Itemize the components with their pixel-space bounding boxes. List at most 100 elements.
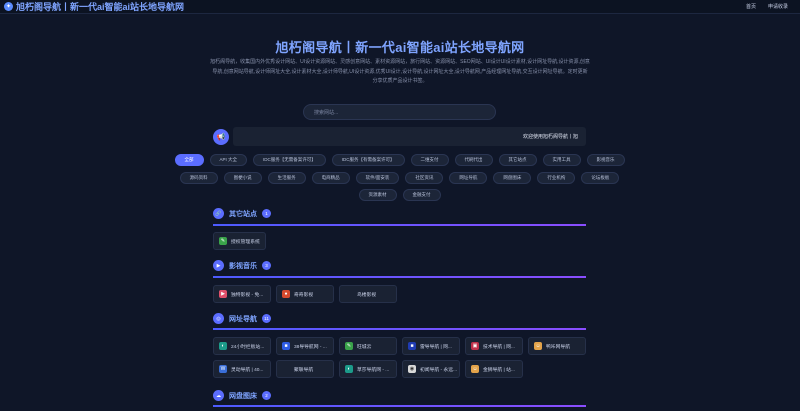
category-row-2: 源码资料 图梗小说 生活服务 电商精品 软件/面安装 社区资讯 网址导航 网盘图…: [179, 172, 620, 184]
top-nav-bar: ✦ 旭朽阁导航丨新一代ai智能ai站长地导航网 首页 申请收录: [0, 0, 800, 14]
site-card-label: 雷导导航 | 网...: [420, 344, 452, 350]
cloud-icon: ☁: [213, 390, 224, 401]
category-tab[interactable]: 源码资料: [179, 172, 218, 184]
nav-site-icon: ◐: [345, 365, 353, 373]
notice-bar: 欢迎使用旭朽阁导航丨旭: [233, 127, 586, 146]
category-tab[interactable]: 网址导航: [449, 172, 488, 184]
section-header-video: ▶ 影视音乐 3: [213, 260, 271, 271]
video-site-icon: [345, 290, 353, 298]
category-tab[interactable]: 影视音乐: [586, 154, 625, 166]
category-tab[interactable]: 实用工具: [542, 154, 581, 166]
video-site-icon: ▶: [219, 290, 227, 298]
site-card[interactable]: 鸟楼影视: [339, 285, 397, 303]
category-tab[interactable]: 社区资讯: [405, 172, 444, 184]
site-card-label: 初闻导航 - 永远...: [420, 367, 458, 373]
site-card-label: 鸟楼影视: [357, 292, 377, 298]
site-card-label: 独特影视 - 免...: [231, 292, 264, 298]
site-card-label: 聚联导航: [294, 367, 314, 373]
category-tab[interactable]: 图梗小说: [223, 172, 262, 184]
category-tab[interactable]: 网盘图床: [493, 172, 532, 184]
category-tab[interactable]: IDC服务【有需备案许可】: [331, 154, 405, 166]
section-title: 其它站点: [229, 210, 257, 218]
hero-description: 旭朽阁导航，收集国内外优秀设计网站、UI设计资源网站、灵感创意网站、素材资源网站…: [210, 59, 590, 84]
search-input[interactable]: 搜索网站...: [303, 104, 496, 120]
nav-submit-link[interactable]: 申请收录: [768, 3, 788, 10]
site-card[interactable]: ■ 雷导导航 | 网...: [402, 337, 460, 355]
site-title[interactable]: 旭朽阁导航丨新一代ai智能ai站长地导航网: [16, 0, 184, 13]
site-card[interactable]: ▶ 独特影视 - 免...: [213, 285, 271, 303]
section-divider: [213, 224, 586, 226]
section-count: 3: [262, 261, 271, 270]
site-card-label: 灵动导航 | 40...: [231, 367, 264, 373]
compass-icon: ✦: [4, 2, 13, 11]
nav-site-icon: ☺: [534, 342, 542, 350]
nav-site-icon: ◉: [408, 365, 416, 373]
site-card[interactable]: ☺ 金狮导航 | 站...: [465, 360, 523, 378]
nav-home-link[interactable]: 首页: [746, 3, 756, 10]
video-site-icon: ●: [282, 290, 290, 298]
nav-site-icon: ◐: [219, 342, 227, 350]
globe-icon: ◎: [213, 313, 224, 324]
site-card[interactable]: ◐ 24小时栏板站...: [213, 337, 271, 355]
nav-site-icon: ☺: [471, 365, 479, 373]
category-row-3: 资源素材 金融支付: [213, 189, 586, 201]
film-icon: ▶: [213, 260, 224, 271]
leaf-icon: ✎: [219, 237, 227, 245]
category-tab[interactable]: 电商精品: [311, 172, 350, 184]
site-card[interactable]: ▣ 技术导航 | 网...: [465, 337, 523, 355]
section-count: 2: [262, 391, 271, 400]
site-card[interactable]: ☺ 鸭咔网导航: [528, 337, 586, 355]
category-tab[interactable]: 生活服务: [267, 172, 306, 184]
site-card-label: 草莎导航网 - ...: [357, 367, 390, 373]
section-title: 网址导航: [229, 315, 257, 323]
section-header-storage: ☁ 网盘图床 2: [213, 390, 271, 401]
section-count: 1: [262, 209, 271, 218]
site-card[interactable]: ✎ 授权管理系统: [213, 232, 266, 250]
site-card-label: 奇奇影视: [294, 292, 314, 298]
section-divider: [213, 328, 586, 330]
category-tab[interactable]: 全部: [174, 154, 204, 166]
nav-site-icon: ■: [408, 342, 416, 350]
site-card[interactable]: ■ 38导导航网 - ...: [276, 337, 334, 355]
category-tab[interactable]: 资源素材: [358, 189, 397, 201]
site-card-label: 技术导航 | 网...: [483, 344, 515, 350]
category-row-1: 全部 API 大全 IDC服务【无需备案许可】 IDC服务【有需备案许可】 二维…: [174, 154, 625, 166]
category-tab[interactable]: 金融支付: [402, 189, 441, 201]
site-card[interactable]: ◐ 草莎导航网 - ...: [339, 360, 397, 378]
section-count: 11: [262, 314, 271, 323]
section-header-other: 🔗 其它站点 1: [213, 208, 271, 219]
section-header-nav: ◎ 网址导航 11: [213, 313, 271, 324]
section-title: 影视音乐: [229, 262, 257, 270]
category-tab[interactable]: 论坛板板: [581, 172, 620, 184]
nav-site-icon: ✎: [345, 342, 353, 350]
category-tab[interactable]: 二维支付: [410, 154, 449, 166]
site-card[interactable]: 聚联导航: [276, 360, 334, 378]
site-card[interactable]: W 灵动导航 | 40...: [213, 360, 271, 378]
category-tab[interactable]: 行业机构: [537, 172, 576, 184]
site-card[interactable]: ✎ 旺城云: [339, 337, 397, 355]
category-tab[interactable]: 代刷代出: [454, 154, 493, 166]
megaphone-icon: 📢: [213, 129, 229, 145]
site-card[interactable]: ◉ 初闻导航 - 永远...: [402, 360, 460, 378]
nav-site-icon: ■: [282, 342, 290, 350]
category-tab[interactable]: IDC服务【无需备案许可】: [253, 154, 326, 166]
site-card-label: 金狮导航 | 站...: [483, 367, 515, 373]
section-divider: [213, 276, 586, 278]
link-icon: 🔗: [213, 208, 224, 219]
top-links: 首页 申请收录: [746, 3, 796, 10]
site-card-label: 38导导航网 - ...: [294, 344, 327, 350]
site-card-label: 24小时栏板站...: [231, 344, 265, 350]
site-card-label: 鸭咔网导航: [546, 344, 570, 350]
hero-title: 旭朽阁导航丨新一代ai智能ai站长地导航网: [275, 40, 525, 55]
section-divider: [213, 405, 586, 407]
site-card-label: 授权管理系统: [231, 239, 260, 245]
nav-site-icon: W: [219, 365, 227, 373]
site-card[interactable]: ● 奇奇影视: [276, 285, 334, 303]
section-title: 网盘图床: [229, 392, 257, 400]
category-tab[interactable]: 软件/面安装: [355, 172, 400, 184]
site-card-label: 旺城云: [357, 344, 372, 350]
category-tab[interactable]: 其它站点: [498, 154, 537, 166]
nav-site-icon: ▣: [471, 342, 479, 350]
nav-site-icon: [282, 365, 290, 373]
category-tab[interactable]: API 大全: [209, 154, 248, 166]
